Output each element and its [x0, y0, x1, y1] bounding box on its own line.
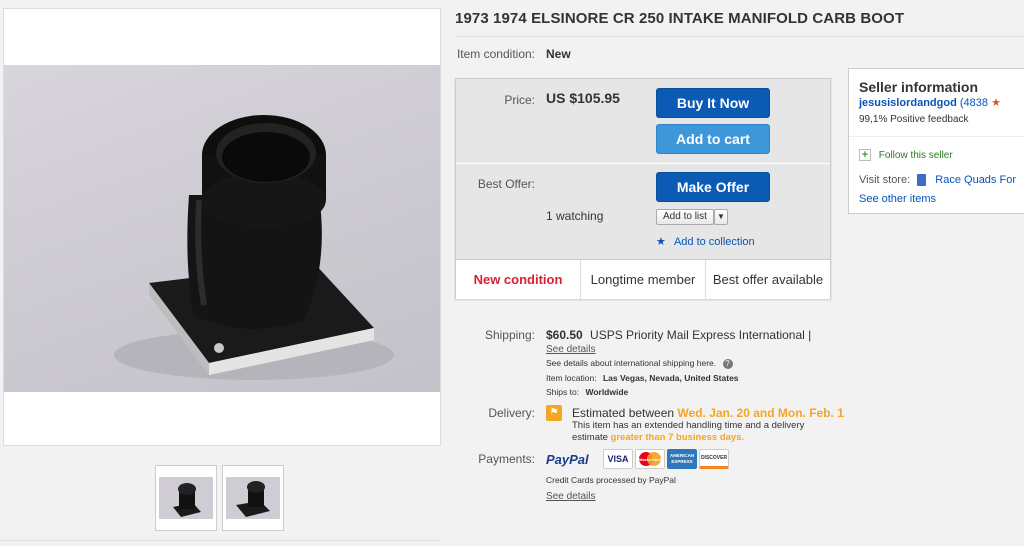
delivery-estimate: Estimated between Wed. Jan. 20 and Mon. … — [572, 406, 844, 420]
shipping-method: USPS Priority Mail Express International… — [590, 328, 812, 342]
mastercard-logo: MasterCard — [635, 449, 665, 469]
thumbnail-photo-2 — [226, 477, 280, 519]
delivery-note-1: This item has an extended handling time … — [572, 420, 805, 431]
delivery-label: Delivery: — [488, 406, 535, 420]
follow-seller-link[interactable]: + Follow this seller — [859, 149, 953, 161]
divider — [0, 540, 440, 541]
card-logos: VISA MasterCard AMERICAN EXPRESS DISCOVE… — [603, 449, 729, 469]
buybox-divider — [456, 163, 830, 164]
shipping-cost: $60.50 — [546, 328, 583, 342]
seller-feedback: 99,1% Positive feedback — [859, 114, 969, 125]
badge-row: New condition Longtime member Best offer… — [456, 259, 830, 299]
add-to-collection-label: Add to collection — [673, 236, 755, 248]
item-location-label: Item location: — [546, 373, 597, 383]
item-location: Item location: Las Vegas, Nevada, United… — [546, 373, 739, 383]
buy-box: Price: US $105.95 Buy It Now Add to cart… — [455, 78, 831, 299]
mastercard-text: MasterCard — [638, 456, 661, 462]
intl-shipping-text: See details about international shipping… — [546, 358, 717, 368]
shipping-see-details-link[interactable]: See details — [546, 344, 595, 355]
price-value: US $105.95 — [546, 90, 620, 106]
badge-longtime-member: Longtime member — [581, 260, 706, 299]
buy-it-now-button[interactable]: Buy It Now — [656, 88, 770, 118]
visit-store: Visit store: Race Quads For — [859, 174, 1016, 187]
thumbnail-strip — [155, 465, 284, 531]
thumbnail-1[interactable] — [155, 465, 217, 531]
seller-heading: Seller information — [859, 79, 979, 95]
watching-count: 1 watching — [546, 209, 604, 223]
shipping-label: Shipping: — [484, 328, 535, 342]
dropdown-arrow-icon[interactable]: ▼ — [714, 209, 728, 225]
condition-label: Item condition: — [456, 47, 535, 61]
intl-shipping-note: See details about international shipping… — [546, 358, 733, 369]
discover-logo: DISCOVER — [699, 449, 729, 469]
condition-value: New — [546, 47, 571, 61]
shipping-info: $60.50 USPS Priority Mail Express Intern… — [546, 328, 811, 342]
plus-icon: + — [859, 149, 871, 161]
add-to-collection-link[interactable]: ★ Add to collection — [656, 235, 755, 248]
title-divider — [455, 36, 1024, 37]
listing-title: 1973 1974 ELSINORE CR 250 INTAKE MANIFOL… — [455, 10, 905, 27]
item-location-value: Las Vegas, Nevada, United States — [602, 373, 739, 383]
add-to-list-button[interactable]: Add to list — [656, 209, 714, 225]
amex-logo: AMERICAN EXPRESS — [667, 449, 697, 469]
ships-to-label: Ships to: — [546, 387, 580, 397]
payments-label: Payments: — [478, 452, 535, 466]
seller-username-link[interactable]: jesusislordandgod — [859, 97, 957, 109]
delivery-note-highlight: greater than 7 business days. — [610, 432, 745, 443]
delivery-note-prefix: estimate — [572, 432, 608, 443]
visit-store-label: Visit store: — [859, 174, 911, 186]
credit-cards-note: Credit Cards processed by PayPal — [546, 475, 676, 485]
thumbnail-photo-1 — [159, 477, 213, 519]
star-icon: ★ — [656, 236, 666, 248]
add-to-cart-button[interactable]: Add to cart — [656, 124, 770, 154]
store-icon — [917, 174, 927, 187]
paypal-logo: PayPal — [546, 452, 589, 467]
ships-to: Ships to: Worldwide — [546, 387, 628, 397]
seller-info-box: Seller information jesusislordandgod (48… — [848, 68, 1024, 214]
store-name-link[interactable]: Race Quads For — [935, 174, 1016, 186]
seller-identity: jesusislordandgod (4838 ★ — [859, 96, 1001, 109]
follow-seller-label: Follow this seller — [878, 150, 953, 161]
make-offer-button[interactable]: Make Offer — [656, 172, 770, 202]
star-icon: ★ — [991, 97, 1001, 109]
price-label: Price: — [504, 93, 535, 107]
delivery-note-2: estimate greater than 7 business days. — [572, 432, 744, 443]
main-image-container[interactable] — [3, 8, 441, 446]
delivery-estimated-text: Estimated between — [572, 406, 675, 420]
delivery-dates: Wed. Jan. 20 and Mon. Feb. 1 — [677, 406, 844, 420]
product-photo[interactable] — [4, 65, 440, 392]
flag-icon: ⚑ — [546, 405, 562, 421]
badge-new-condition: New condition — [456, 260, 581, 299]
info-icon[interactable]: ? — [722, 359, 733, 369]
thumbnail-2[interactable] — [222, 465, 284, 531]
visa-logo: VISA — [603, 449, 633, 469]
badge-best-offer: Best offer available — [712, 272, 824, 287]
seller-divider — [849, 136, 1024, 137]
seller-score-link[interactable]: (4838 — [960, 97, 988, 109]
payments-see-details-link[interactable]: See details — [546, 491, 595, 502]
ships-to-value: Worldwide — [585, 387, 629, 397]
best-offer-label: Best Offer: — [477, 177, 535, 191]
see-other-items-link[interactable]: See other items — [859, 193, 936, 205]
